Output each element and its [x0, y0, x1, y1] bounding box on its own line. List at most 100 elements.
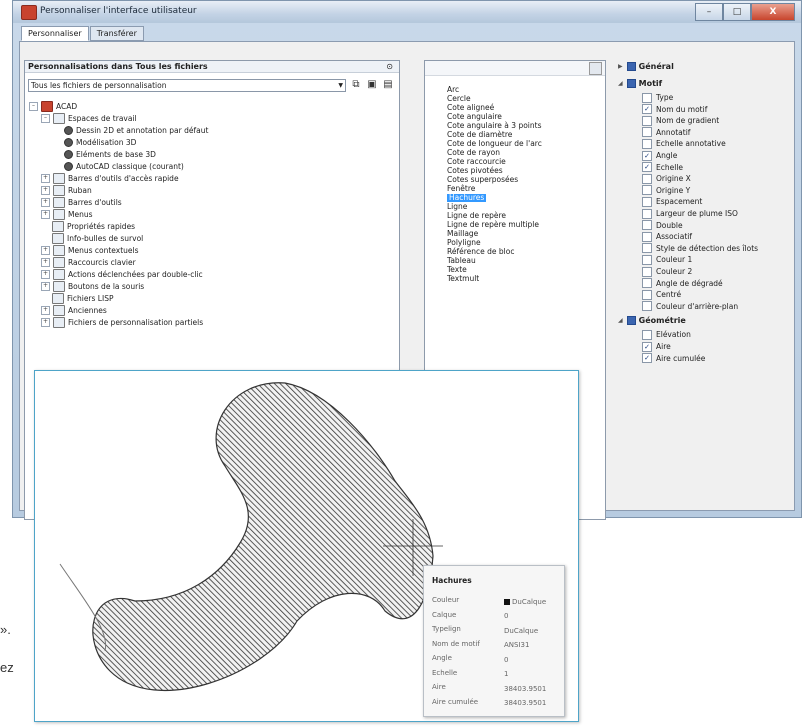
tree-item[interactable]: Propriétés rapides — [52, 221, 135, 232]
property-item[interactable]: Couleur 2 — [642, 266, 692, 277]
title-bar[interactable]: Personnaliser l'interface utilisateur – … — [13, 1, 801, 23]
collapse-icon[interactable]: ⊙ — [386, 61, 393, 73]
property-item[interactable]: ✓ Nom du motif — [642, 104, 707, 115]
load-partial-icon[interactable]: ▤ — [381, 78, 395, 92]
expand-arrow-icon[interactable]: ▶ — [618, 63, 623, 70]
object-type-item[interactable]: Cote de diamètre — [447, 131, 512, 139]
checkbox-unchecked[interactable] — [642, 301, 652, 312]
expand-toggle-icon[interactable]: + — [41, 210, 50, 219]
property-item[interactable]: Type — [642, 92, 673, 103]
property-item[interactable]: Nom de gradient — [642, 115, 719, 126]
object-type-item[interactable]: Arc — [447, 86, 459, 94]
tree-item[interactable]: + Menus — [41, 209, 93, 220]
tree-item[interactable]: + Fichiers de personnalisation partiels — [41, 317, 203, 328]
save-icon[interactable]: ▣ — [365, 78, 379, 92]
property-value[interactable]: DuCalque — [504, 596, 546, 607]
checkbox-unchecked[interactable] — [642, 138, 652, 149]
checkbox-unchecked[interactable] — [642, 92, 652, 103]
property-value[interactable]: 0 — [504, 611, 508, 622]
maximize-button[interactable]: □ — [723, 3, 751, 21]
checkbox-unchecked[interactable] — [642, 329, 652, 340]
object-type-item[interactable]: Ligne de repère multiple — [447, 221, 539, 229]
property-value[interactable]: 38403.9501 — [504, 698, 546, 709]
checkbox-unchecked[interactable] — [642, 196, 652, 207]
checkbox-unchecked[interactable] — [642, 127, 652, 138]
checkbox-checked[interactable]: ✓ — [642, 341, 652, 352]
property-value[interactable]: 1 — [504, 669, 508, 680]
property-item[interactable]: ✓ Aire cumulée — [642, 353, 705, 364]
property-item[interactable]: ✓ Aire — [642, 341, 671, 352]
checkbox-checked[interactable]: ✓ — [642, 150, 652, 161]
property-item[interactable]: ✓ Echelle — [642, 162, 683, 173]
tree-item[interactable]: – Espaces de travail — [41, 113, 137, 124]
tree-item[interactable]: + Anciennes — [41, 305, 107, 316]
tree-item[interactable]: + Barres d'outils — [41, 197, 122, 208]
checkbox-unchecked[interactable] — [642, 254, 652, 265]
tree-item[interactable]: Eléments de base 3D — [64, 149, 156, 160]
tree-item[interactable]: + Actions déclenchées par double-clic — [41, 269, 203, 280]
property-item[interactable]: Couleur 1 — [642, 254, 692, 265]
object-type-item[interactable]: Texte — [447, 266, 467, 274]
checkbox-unchecked[interactable] — [642, 278, 652, 289]
object-type-item[interactable]: Cote angulaire — [447, 113, 502, 121]
expand-toggle-icon[interactable]: + — [41, 258, 50, 267]
filter-icon[interactable] — [589, 62, 602, 75]
object-type-item[interactable]: Fenêtre — [447, 185, 475, 193]
expand-toggle-icon[interactable]: + — [41, 246, 50, 255]
property-item[interactable]: Origine X — [642, 173, 691, 184]
object-type-item[interactable]: Cote de longueur de l'arc — [447, 140, 542, 148]
tree-item[interactable]: AutoCAD classique (courant) — [64, 161, 184, 172]
tree-item[interactable]: + Barres d'outils d'accès rapide — [41, 173, 179, 184]
checkbox-unchecked[interactable] — [642, 115, 652, 126]
property-group[interactable]: ◢ Géométrie — [618, 316, 686, 326]
tree-item[interactable]: + Boutons de la souris — [41, 281, 144, 292]
object-type-item[interactable]: Polyligne — [447, 239, 481, 247]
expand-toggle-icon[interactable]: + — [41, 186, 50, 195]
close-button[interactable]: X — [751, 3, 795, 21]
expand-toggle-icon[interactable]: + — [41, 198, 50, 207]
checkbox-unchecked[interactable] — [642, 173, 652, 184]
object-type-item[interactable]: Cotes pivotées — [447, 167, 503, 175]
property-item[interactable]: ✓ Angle — [642, 150, 677, 161]
property-value[interactable]: DuCalque — [504, 625, 538, 636]
property-item[interactable]: Elévation — [642, 329, 691, 340]
checkbox-checked[interactable]: ✓ — [642, 104, 652, 115]
property-item[interactable]: Angle de dégradé — [642, 278, 723, 289]
expand-toggle-icon[interactable]: + — [41, 174, 50, 183]
tree-item[interactable]: Fichiers LISP — [52, 293, 113, 304]
property-value[interactable]: 0 — [504, 654, 508, 665]
checkbox-unchecked[interactable] — [642, 185, 652, 196]
customization-file-select[interactable]: Tous les fichiers de personnalisation ▼ — [28, 79, 346, 92]
checkbox-checked[interactable]: ✓ — [642, 353, 652, 364]
property-group[interactable]: ▶ Général — [618, 62, 674, 71]
property-group[interactable]: ◢ Motif — [618, 79, 662, 88]
checkbox-unchecked[interactable] — [642, 266, 652, 277]
object-type-item[interactable]: Ligne — [447, 203, 467, 211]
property-item[interactable]: Style de détection des îlots — [642, 243, 758, 254]
checkbox-unchecked[interactable] — [642, 231, 652, 242]
object-type-item[interactable]: Ligne de repère — [447, 212, 506, 220]
tree-item[interactable]: Info-bulles de survol — [52, 233, 143, 244]
tree-item[interactable]: Modélisation 3D — [64, 137, 136, 148]
tree-item[interactable]: + Menus contextuels — [41, 245, 139, 256]
object-type-item[interactable]: Cote raccourcie — [447, 158, 506, 166]
tree-item[interactable]: Dessin 2D et annotation par défaut — [64, 125, 208, 136]
minimize-button[interactable]: – — [695, 3, 723, 21]
object-type-item[interactable]: Hachures — [447, 194, 487, 202]
object-type-item[interactable]: Cote aligneé — [447, 104, 494, 112]
object-type-item[interactable]: Référence de bloc — [447, 248, 514, 256]
property-item[interactable]: Associatif — [642, 231, 692, 242]
tree-item[interactable]: – ACAD — [29, 101, 77, 112]
object-type-item[interactable]: Textmult — [447, 275, 479, 283]
expand-toggle-icon[interactable]: – — [29, 102, 38, 111]
open-file-icon[interactable]: ⧉ — [349, 78, 363, 92]
expand-toggle-icon[interactable]: + — [41, 270, 50, 279]
checkbox-unchecked[interactable] — [642, 208, 652, 219]
property-item[interactable]: Annotatif — [642, 127, 690, 138]
tree-item[interactable]: + Raccourcis clavier — [41, 257, 136, 268]
hatch-shape[interactable] — [92, 382, 434, 692]
expand-toggle-icon[interactable]: + — [41, 306, 50, 315]
expand-toggle-icon[interactable]: – — [41, 114, 50, 123]
property-item[interactable]: Couleur d'arrière-plan — [642, 301, 738, 312]
tab-personnaliser[interactable]: Personnaliser — [21, 26, 89, 41]
